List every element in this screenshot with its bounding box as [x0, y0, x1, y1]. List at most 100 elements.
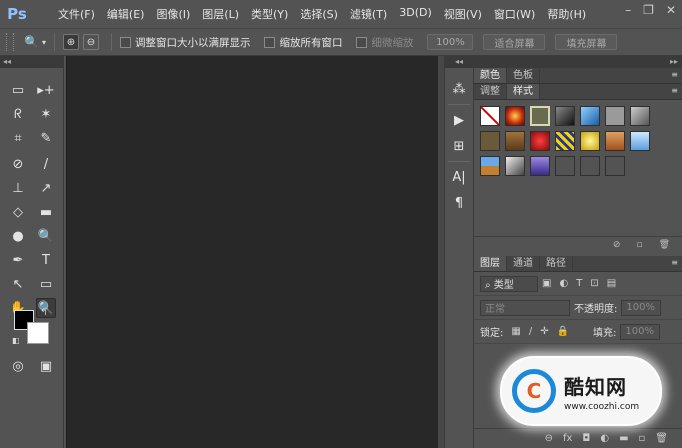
- actions-panel-icon[interactable]: ▶: [448, 109, 470, 131]
- style-swatch[interactable]: [480, 156, 500, 176]
- document-canvas-area[interactable]: [66, 56, 438, 448]
- style-swatch[interactable]: [580, 131, 600, 151]
- tab-channels[interactable]: 通道: [507, 256, 540, 271]
- scrubby-zoom-option[interactable]: 细微缩放: [356, 35, 413, 50]
- options-grip[interactable]: [6, 33, 14, 51]
- blur-tool-icon[interactable]: ●: [8, 226, 28, 246]
- path-selection-tool-icon[interactable]: ↖: [8, 274, 28, 294]
- resize-windows-checkbox[interactable]: [119, 36, 131, 48]
- delete-style-icon[interactable]: 🗑: [659, 240, 670, 250]
- style-swatch[interactable]: [530, 106, 550, 126]
- menu-window[interactable]: 窗口(W): [488, 6, 541, 22]
- move-tool-icon[interactable]: ▸+: [36, 80, 56, 100]
- clone-stamp-tool-icon[interactable]: ⊥: [8, 178, 28, 198]
- style-swatch[interactable]: [580, 156, 600, 176]
- lock-position-icon[interactable]: ✛: [540, 326, 548, 337]
- style-none-swatch[interactable]: [480, 106, 500, 126]
- quick-mask-icon[interactable]: ◎: [8, 356, 28, 376]
- style-swatch[interactable]: [630, 106, 650, 126]
- fit-screen-button[interactable]: 适合屏幕: [483, 34, 546, 50]
- image-filter-icon[interactable]: ▣: [542, 278, 551, 289]
- style-swatch[interactable]: [530, 131, 550, 151]
- tab-swatches[interactable]: 色板: [507, 68, 540, 83]
- crop-tool-icon[interactable]: ⌗: [8, 128, 28, 148]
- properties-panel-icon[interactable]: ⊞: [448, 135, 470, 157]
- new-group-icon[interactable]: ▬: [619, 433, 628, 444]
- adjustment-filter-icon[interactable]: ◐: [559, 278, 568, 289]
- new-layer-icon[interactable]: ▫: [639, 433, 646, 444]
- shape-filter-icon[interactable]: ⊡: [590, 278, 598, 289]
- swap-colors-icon[interactable]: ↰: [40, 308, 48, 318]
- lock-all-icon[interactable]: 🔒: [557, 326, 569, 337]
- style-swatch[interactable]: [480, 131, 500, 151]
- type-tool-icon[interactable]: T: [36, 250, 56, 270]
- style-swatch[interactable]: [630, 131, 650, 151]
- minimize-icon[interactable]: –: [625, 3, 631, 17]
- history-brush-tool-icon[interactable]: ↗: [36, 178, 56, 198]
- menu-image[interactable]: 图像(I): [150, 6, 196, 22]
- style-swatch[interactable]: [530, 156, 550, 176]
- delete-layer-icon[interactable]: 🗑: [655, 433, 668, 444]
- scrubby-zoom-checkbox[interactable]: [356, 36, 368, 48]
- zoom-in-button[interactable]: ⊕: [62, 34, 79, 50]
- tab-layers[interactable]: 图层: [474, 256, 507, 271]
- resize-windows-option[interactable]: 调整窗口大小以满屏显示: [119, 35, 250, 50]
- lasso-tool-icon[interactable]: ᖇ: [8, 104, 28, 124]
- menu-type[interactable]: 类型(Y): [245, 6, 294, 22]
- style-swatch[interactable]: [505, 106, 525, 126]
- panel-menu-icon[interactable]: ≡: [671, 86, 678, 95]
- tab-color[interactable]: 颜色: [474, 68, 507, 83]
- layer-mask-icon[interactable]: ◘: [582, 433, 590, 444]
- clear-style-icon[interactable]: ⊘: [613, 240, 621, 250]
- panel-menu-icon[interactable]: ≡: [671, 258, 678, 267]
- dodge-tool-icon[interactable]: 🔍: [36, 226, 56, 246]
- screen-mode-icon[interactable]: ▣: [36, 356, 56, 376]
- style-swatch[interactable]: [505, 131, 525, 151]
- style-swatch[interactable]: [605, 156, 625, 176]
- lock-pixels-icon[interactable]: /: [529, 326, 532, 337]
- magic-wand-tool-icon[interactable]: ✶: [36, 104, 56, 124]
- tab-paths[interactable]: 路径: [540, 256, 573, 271]
- panel-dock-expand[interactable]: ▸▸: [474, 56, 682, 68]
- pen-tool-icon[interactable]: ✒: [8, 250, 28, 270]
- restore-icon[interactable]: ❐: [643, 3, 654, 17]
- gradient-tool-icon[interactable]: ▬: [36, 202, 56, 222]
- layer-style-icon[interactable]: fx: [563, 433, 572, 444]
- style-swatch[interactable]: [505, 156, 525, 176]
- eyedropper-tool-icon[interactable]: ✎: [36, 128, 56, 148]
- style-swatch[interactable]: [580, 106, 600, 126]
- link-layers-icon[interactable]: ⊖: [545, 433, 553, 444]
- menu-edit[interactable]: 编辑(E): [101, 6, 151, 22]
- style-swatch[interactable]: [605, 131, 625, 151]
- lock-transparency-icon[interactable]: ▦: [511, 326, 520, 337]
- new-style-icon[interactable]: ▫: [636, 240, 642, 250]
- panel-menu-icon[interactable]: ≡: [671, 70, 678, 79]
- menu-layer[interactable]: 图层(L): [196, 6, 245, 22]
- zoom-100-button[interactable]: 100%: [427, 34, 474, 50]
- toolbox-header[interactable]: ◂◂: [0, 56, 64, 68]
- fill-field[interactable]: 100%: [620, 323, 661, 340]
- tab-adjustments[interactable]: 调整: [474, 84, 507, 99]
- menu-filter[interactable]: 滤镜(T): [344, 6, 393, 22]
- layer-filter-select[interactable]: ⌕ 类型: [480, 275, 538, 292]
- close-icon[interactable]: ✕: [666, 3, 676, 17]
- tool-preset-picker[interactable]: 🔍 ▾: [24, 35, 46, 49]
- style-swatch[interactable]: [605, 106, 625, 126]
- adjustment-layer-icon[interactable]: ◐: [600, 433, 609, 444]
- brush-tool-icon[interactable]: /: [36, 154, 56, 174]
- dock-collapse[interactable]: ◂◂: [445, 56, 473, 68]
- history-panel-icon[interactable]: ⁂: [448, 78, 470, 100]
- rectangle-tool-icon[interactable]: ▭: [36, 274, 56, 294]
- fill-screen-button[interactable]: 填充屏幕: [555, 34, 618, 50]
- background-color-swatch[interactable]: [27, 322, 49, 344]
- eraser-tool-icon[interactable]: ◇: [8, 202, 28, 222]
- tab-styles[interactable]: 样式: [507, 84, 540, 99]
- style-swatch[interactable]: [555, 156, 575, 176]
- paragraph-panel-icon[interactable]: ¶: [448, 192, 470, 214]
- type-filter-icon[interactable]: T: [576, 278, 582, 289]
- menu-select[interactable]: 选择(S): [294, 6, 344, 22]
- menu-file[interactable]: 文件(F): [52, 6, 101, 22]
- marquee-tool-icon[interactable]: ▭: [8, 80, 28, 100]
- zoom-all-checkbox[interactable]: [264, 36, 276, 48]
- zoom-out-button[interactable]: ⊖: [82, 34, 99, 50]
